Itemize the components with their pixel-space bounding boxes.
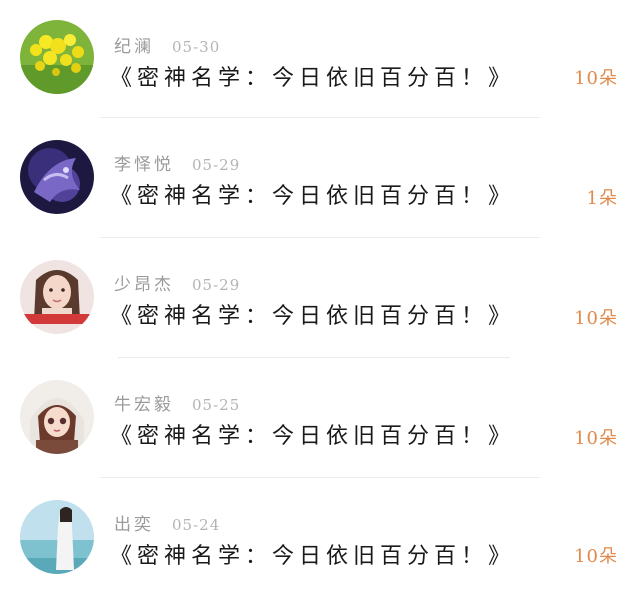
gift-amount: 1朵 <box>586 188 618 209</box>
sender-name: 纪澜 <box>114 37 154 57</box>
divider <box>118 357 510 358</box>
sender-name: 牛宏毅 <box>114 395 174 415</box>
avatar[interactable] <box>20 500 94 574</box>
list-item[interactable]: 牛宏毅 05-25 《密神名学：今日依旧百分百！》 10朵 <box>0 360 640 480</box>
record-message: 《密神名学：今日依旧百分百！》 <box>110 424 516 449</box>
avatar[interactable] <box>20 380 94 454</box>
anime-doll-avatar-image <box>20 380 94 454</box>
record-date: 05-29 <box>192 276 241 294</box>
yellow-flowers-avatar-image <box>20 20 94 94</box>
record-date: 05-24 <box>172 516 221 534</box>
gift-record-list: 纪澜 05-30 《密神名学：今日依旧百分百！》 10朵 李怿悦 05-29 《密神… <box>0 0 640 590</box>
gift-amount: 10朵 <box>574 68 618 89</box>
avatar[interactable] <box>20 20 94 94</box>
sender-name: 李怿悦 <box>114 155 174 175</box>
record-meta: 纪澜 05-30 <box>114 32 221 57</box>
purple-dragon-avatar-image <box>20 140 94 214</box>
divider <box>100 117 540 118</box>
list-item[interactable]: 纪澜 05-30 《密神名学：今日依旧百分百！》 10朵 <box>0 0 640 120</box>
divider <box>100 237 540 238</box>
record-meta: 牛宏毅 05-25 <box>114 390 241 415</box>
record-date: 05-30 <box>172 38 221 56</box>
girl-portrait-avatar-image <box>20 260 94 334</box>
sender-name: 出奕 <box>114 515 154 535</box>
list-item[interactable]: 李怿悦 05-29 《密神名学：今日依旧百分百！》 1朵 <box>0 120 640 240</box>
record-message: 《密神名学：今日依旧百分百！》 <box>110 184 516 209</box>
gift-amount: 10朵 <box>574 308 618 329</box>
record-meta: 少昂杰 05-29 <box>114 270 241 295</box>
record-date: 05-29 <box>192 156 241 174</box>
avatar[interactable] <box>20 140 94 214</box>
record-meta: 李怿悦 05-29 <box>114 150 241 175</box>
record-message: 《密神名学：今日依旧百分百！》 <box>110 66 516 91</box>
record-meta: 出奕 05-24 <box>114 510 221 535</box>
seaside-girl-avatar-image <box>20 500 94 574</box>
avatar[interactable] <box>20 260 94 334</box>
divider <box>100 477 540 478</box>
record-message: 《密神名学：今日依旧百分百！》 <box>110 544 516 569</box>
record-message: 《密神名学：今日依旧百分百！》 <box>110 304 516 329</box>
gift-amount: 10朵 <box>574 428 618 449</box>
record-date: 05-25 <box>192 396 241 414</box>
list-item[interactable]: 出奕 05-24 《密神名学：今日依旧百分百！》 10朵 <box>0 480 640 590</box>
sender-name: 少昂杰 <box>114 275 174 295</box>
list-item[interactable]: 少昂杰 05-29 《密神名学：今日依旧百分百！》 10朵 <box>0 240 640 360</box>
gift-amount: 10朵 <box>574 546 618 567</box>
